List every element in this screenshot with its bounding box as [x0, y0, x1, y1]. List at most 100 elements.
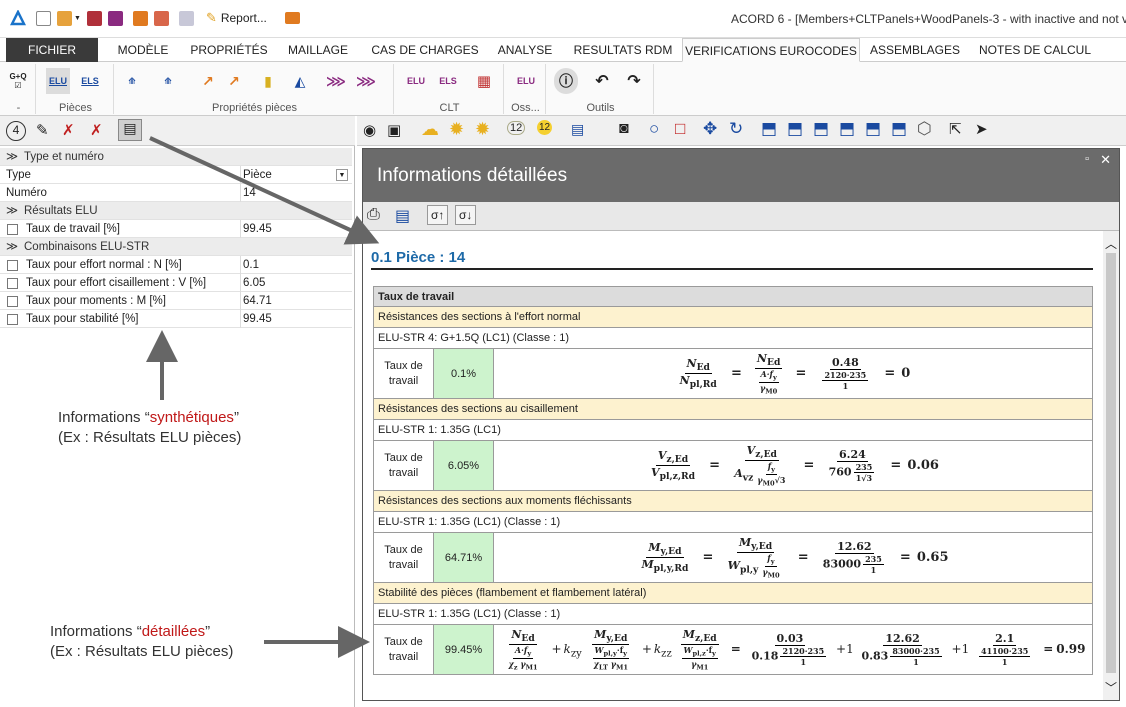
checkbox[interactable] — [7, 314, 18, 325]
print-icon[interactable]: ⎙ — [367, 206, 380, 224]
collapse-icon[interactable]: ≫ — [6, 202, 18, 220]
beam-star-icon[interactable]: ⟰ — [120, 68, 144, 94]
prop-value: 99.45 — [240, 220, 352, 238]
vertical-scrollbar[interactable]: ︿ ﹀ — [1103, 231, 1119, 700]
camera-icon[interactable]: ◙ — [619, 120, 629, 138]
axis-y-icon[interactable]: ↗ — [196, 68, 220, 94]
visibility-icon[interactable]: ◉ — [363, 121, 376, 139]
prop-value: 6.05 — [240, 274, 352, 292]
axis-z-icon[interactable]: ↗ — [222, 68, 246, 94]
scroll-up-icon[interactable]: ︿ — [1105, 235, 1117, 252]
delete-all-comments-icon[interactable]: ✗ — [90, 121, 103, 139]
annotation-subtext: (Ex : Résultats ELU pièces) — [50, 643, 234, 660]
sun-icon[interactable]: ✹ — [449, 119, 464, 140]
clt-star-icon[interactable]: ▦ — [472, 68, 496, 94]
sun-12-icon[interactable]: 12 — [537, 120, 553, 135]
row-type[interactable]: Type Pièce ▼ — [0, 166, 352, 184]
shear-v-icon[interactable]: ⋙ — [354, 68, 378, 94]
word-export-icon[interactable]: ▤ — [395, 206, 410, 226]
checkbox[interactable] — [7, 224, 18, 235]
view-cube-6-icon[interactable]: ⬒ — [891, 119, 907, 139]
tab-notes-de-calcul[interactable]: NOTES DE CALCUL — [974, 38, 1096, 62]
view-cube-1-icon[interactable]: ⬒ — [761, 119, 777, 139]
category-type-numero[interactable]: ≫ Type et numéro — [0, 148, 352, 166]
clt-els-button[interactable]: ELS — [436, 68, 460, 94]
window-icon[interactable] — [153, 10, 169, 26]
rotate-icon[interactable]: ↻ — [729, 119, 743, 139]
shear-w-icon[interactable]: ⋙ — [324, 68, 348, 94]
close-icon[interactable]: ✕ — [1100, 152, 1111, 168]
sort-down-icon[interactable]: σ↓ — [455, 205, 477, 225]
row-effort-cisaillement[interactable]: Taux pour effort cisaillement : V [%] 6.0… — [0, 274, 352, 292]
category-combinaisons[interactable]: ≫ Combinaisons ELU-STR — [0, 238, 352, 256]
dropdown-icon[interactable]: ▼ — [336, 169, 348, 181]
beam-star2-icon[interactable]: ⟰ — [156, 68, 180, 94]
tab-proprietes[interactable]: PROPRIÉTÉS — [186, 38, 272, 62]
tab-analyse[interactable]: ANALYSE — [492, 38, 558, 62]
row-numero[interactable]: Numéro 14 — [0, 184, 352, 202]
view-cube-2-icon[interactable]: ⬒ — [787, 119, 803, 139]
refresh-icon[interactable] — [178, 10, 194, 26]
sun-full-icon[interactable]: ✹ — [475, 119, 490, 140]
cursor-icon[interactable]: ➤ — [975, 120, 988, 138]
row-moments[interactable]: Taux pour moments : M [%] 64.71 — [0, 292, 352, 310]
sort-up-icon[interactable]: σ↑ — [427, 205, 449, 225]
pencil-icon[interactable]: ✎ — [206, 10, 217, 26]
pan-icon[interactable]: ✥ — [703, 119, 717, 139]
export-icon[interactable]: ▤ — [571, 121, 584, 138]
scroll-thumb[interactable] — [1106, 253, 1116, 673]
checkbox[interactable] — [7, 296, 18, 307]
dropdown-arrow-icon[interactable]: ▼ — [74, 15, 81, 22]
count-badge[interactable]: 4 — [6, 121, 26, 141]
group-label-outils: Outils — [586, 102, 615, 114]
select-box-icon[interactable]: ▣ — [387, 121, 401, 139]
checkbox[interactable] — [7, 278, 18, 289]
view-cube-4-icon[interactable]: ⬒ — [839, 119, 855, 139]
checkbox[interactable] — [7, 260, 18, 271]
elu-button[interactable]: ELU — [46, 68, 70, 94]
oss-elu-button[interactable]: ELU — [514, 68, 538, 94]
delete-comment-icon[interactable]: ✗ — [62, 121, 75, 139]
select-pointer-icon[interactable]: ⇱ — [949, 120, 962, 138]
tab-resultats-rdm[interactable]: RESULTATS RDM — [568, 38, 678, 62]
category-resultats-elu[interactable]: ≫ Résultats ELU — [0, 202, 352, 220]
tab-fichier[interactable]: FICHIER — [6, 38, 98, 62]
tab-cas-de-charges[interactable]: CAS DE CHARGES — [366, 38, 484, 62]
zoom-icon[interactable]: ○ — [649, 119, 659, 139]
redo-icon[interactable]: ↷ — [622, 68, 646, 94]
save-as-icon[interactable] — [107, 10, 123, 26]
row-effort-normal[interactable]: Taux pour effort normal : N [%] 0.1 — [0, 256, 352, 274]
clock-12-icon[interactable]: 12 — [507, 121, 526, 135]
monitor-icon[interactable] — [284, 12, 300, 24]
collapse-icon[interactable]: ≫ — [6, 148, 18, 166]
zoom-window-icon[interactable]: □ — [675, 119, 685, 139]
collapse-icon[interactable]: ≫ — [6, 238, 18, 256]
report-label[interactable]: Report... — [221, 11, 267, 25]
row-stabilite[interactable]: Taux pour stabilité [%] 99.45 — [0, 310, 352, 328]
open-folder-icon[interactable] — [57, 10, 72, 26]
gq-check-button[interactable]: G+Q ☑ — [6, 68, 30, 94]
info-icon[interactable]: ⓘ — [554, 68, 578, 94]
save-icon[interactable] — [86, 10, 102, 26]
undo-icon[interactable]: ↶ — [590, 68, 614, 94]
view-cube-3-icon[interactable]: ⬒ — [813, 119, 829, 139]
brush-icon[interactable]: ▮ — [256, 68, 280, 94]
tab-verifications-eurocodes[interactable]: VERIFICATIONS EUROCODES — [682, 38, 860, 62]
prop-value-type[interactable]: Pièce ▼ — [240, 166, 352, 184]
view-iso-icon[interactable]: ⬡ — [917, 119, 932, 139]
tab-assemblages[interactable]: ASSEMBLAGES — [866, 38, 964, 62]
row-taux-de-travail[interactable]: Taux de travail [%] 99.45 — [0, 220, 352, 238]
view-cube-5-icon[interactable]: ⬒ — [865, 119, 881, 139]
maximize-icon[interactable]: ▫ — [1085, 153, 1089, 165]
sun-cloud-icon[interactable]: ☁ — [421, 119, 439, 140]
clt-elu-button[interactable]: ELU — [404, 68, 428, 94]
settings-icon[interactable] — [132, 10, 148, 26]
tab-maillage[interactable]: MAILLAGE — [282, 38, 354, 62]
triangle-icon[interactable]: ◭ — [288, 68, 312, 94]
detail-info-icon[interactable]: ▤ — [118, 119, 142, 141]
scroll-down-icon[interactable]: ﹀ — [1105, 679, 1117, 696]
new-file-icon[interactable] — [36, 10, 51, 26]
comment-icon[interactable]: ✎ — [36, 121, 49, 139]
tab-modele[interactable]: MODÈLE — [108, 38, 178, 62]
els-button[interactable]: ELS — [78, 68, 102, 94]
